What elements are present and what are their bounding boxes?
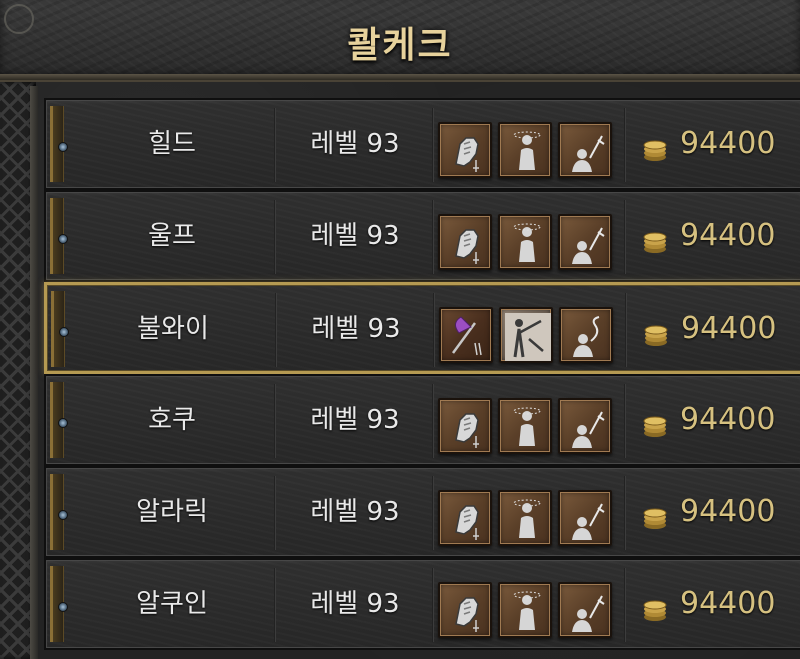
row-marker-icon: [58, 602, 68, 612]
column-divider: [274, 568, 276, 642]
mercenary-level: 레벨 93: [310, 405, 400, 435]
row-marker-icon: [58, 418, 68, 428]
mercenary-row[interactable]: 알라릭 레벨 93 94400: [44, 466, 800, 558]
fist-skill-icon: [455, 505, 479, 540]
sword-figure-skill-icon: [572, 595, 605, 632]
dizzy-figure-skill-icon: [513, 131, 541, 170]
column-divider: [624, 200, 626, 274]
column-divider: [624, 108, 626, 182]
mercenary-row[interactable]: 알쿠인 레벨 93 94400: [44, 558, 800, 650]
column-divider: [624, 568, 626, 642]
column-divider: [624, 384, 626, 458]
column-divider: [432, 384, 434, 458]
skill-slot[interactable]: [499, 307, 553, 363]
fist-skill-icon: [455, 229, 479, 264]
column-divider: [274, 476, 276, 550]
hire-price: 94400: [680, 494, 776, 529]
mercenary-level: 레벨 93: [311, 314, 401, 344]
mercenary-name: 울프: [148, 221, 196, 251]
hire-price: 94400: [680, 218, 776, 253]
mercenary-level: 레벨 93: [310, 497, 400, 527]
sword-figure-skill-icon: [572, 227, 605, 264]
column-divider: [274, 108, 276, 182]
gold-coin-icon: [643, 416, 667, 437]
column-divider: [625, 293, 627, 367]
whip-figure-skill-icon: [573, 316, 600, 357]
skill-slot[interactable]: [438, 490, 492, 546]
mercenary-hire-screen: 콸케크 힐드 레벨 93 94400 울프 레벨 93 94400 불와이 레벨…: [0, 0, 800, 659]
gold-coin-icon: [644, 325, 668, 346]
column-divider: [275, 293, 277, 367]
column-divider: [432, 108, 434, 182]
hire-price: 94400: [680, 586, 776, 621]
skill-slot[interactable]: [498, 122, 552, 178]
page-title: 콸케크: [347, 25, 453, 66]
skill-slot[interactable]: [498, 398, 552, 454]
skill-slot[interactable]: [558, 214, 612, 270]
sword-figure-skill-icon: [572, 411, 605, 448]
header-divider: [0, 74, 800, 80]
mercenary-name: 불와이: [137, 314, 209, 344]
mercenary-name: 호쿠: [148, 405, 196, 435]
sword-figure-skill-icon: [572, 503, 605, 540]
arrow-pose-skill-icon: [505, 313, 551, 361]
column-divider: [274, 200, 276, 274]
hire-price: 94400: [680, 126, 776, 161]
skill-slot[interactable]: [438, 398, 492, 454]
mercenary-row[interactable]: 울프 레벨 93 94400: [44, 190, 800, 282]
skill-slot[interactable]: [438, 214, 492, 270]
gold-coin-icon: [643, 600, 667, 621]
gold-coin-icon: [643, 508, 667, 529]
column-divider: [624, 476, 626, 550]
fist-skill-icon: [455, 137, 479, 172]
row-marker-icon: [59, 327, 69, 337]
skill-slot[interactable]: [559, 307, 613, 363]
row-marker-icon: [58, 234, 68, 244]
hire-price: 94400: [681, 311, 777, 346]
column-divider: [432, 568, 434, 642]
sword-figure-skill-icon: [572, 135, 605, 172]
column-divider: [432, 200, 434, 274]
skill-slot[interactable]: [438, 122, 492, 178]
skill-slot[interactable]: [498, 490, 552, 546]
skill-slot[interactable]: [498, 582, 552, 638]
mercenary-level: 레벨 93: [310, 129, 400, 159]
fist-skill-icon: [455, 597, 479, 632]
mercenary-row[interactable]: 호쿠 레벨 93 94400: [44, 374, 800, 466]
mercenary-name: 힐드: [148, 129, 196, 159]
row-marker-icon: [58, 142, 68, 152]
gold-coin-icon: [643, 140, 667, 161]
dizzy-figure-skill-icon: [513, 499, 541, 538]
dizzy-figure-skill-icon: [513, 223, 541, 262]
skill-slot[interactable]: [438, 582, 492, 638]
mercenary-level: 레벨 93: [310, 221, 400, 251]
purple-axe-skill-icon: [451, 316, 482, 356]
hire-price: 94400: [680, 402, 776, 437]
mercenary-level: 레벨 93: [310, 589, 400, 619]
skill-slot[interactable]: [558, 398, 612, 454]
column-divider: [432, 476, 434, 550]
column-divider: [274, 384, 276, 458]
left-frame: [30, 86, 38, 659]
fist-skill-icon: [455, 413, 479, 448]
dizzy-figure-skill-icon: [513, 591, 541, 630]
header-bar: 콸케크: [0, 0, 800, 82]
skill-slot[interactable]: [558, 490, 612, 546]
mercenary-row[interactable]: 불와이 레벨 93 94400: [44, 282, 800, 374]
skill-slot[interactable]: [498, 214, 552, 270]
mercenary-name: 알라릭: [136, 497, 208, 527]
dizzy-figure-skill-icon: [513, 407, 541, 446]
column-divider: [433, 293, 435, 367]
skill-slot[interactable]: [558, 582, 612, 638]
mercenary-row[interactable]: 힐드 레벨 93 94400: [44, 98, 800, 190]
row-marker-icon: [58, 510, 68, 520]
mercenary-name: 알쿠인: [136, 589, 208, 619]
gold-coin-icon: [643, 232, 667, 253]
skill-slot[interactable]: [558, 122, 612, 178]
skill-slot[interactable]: [439, 307, 493, 363]
